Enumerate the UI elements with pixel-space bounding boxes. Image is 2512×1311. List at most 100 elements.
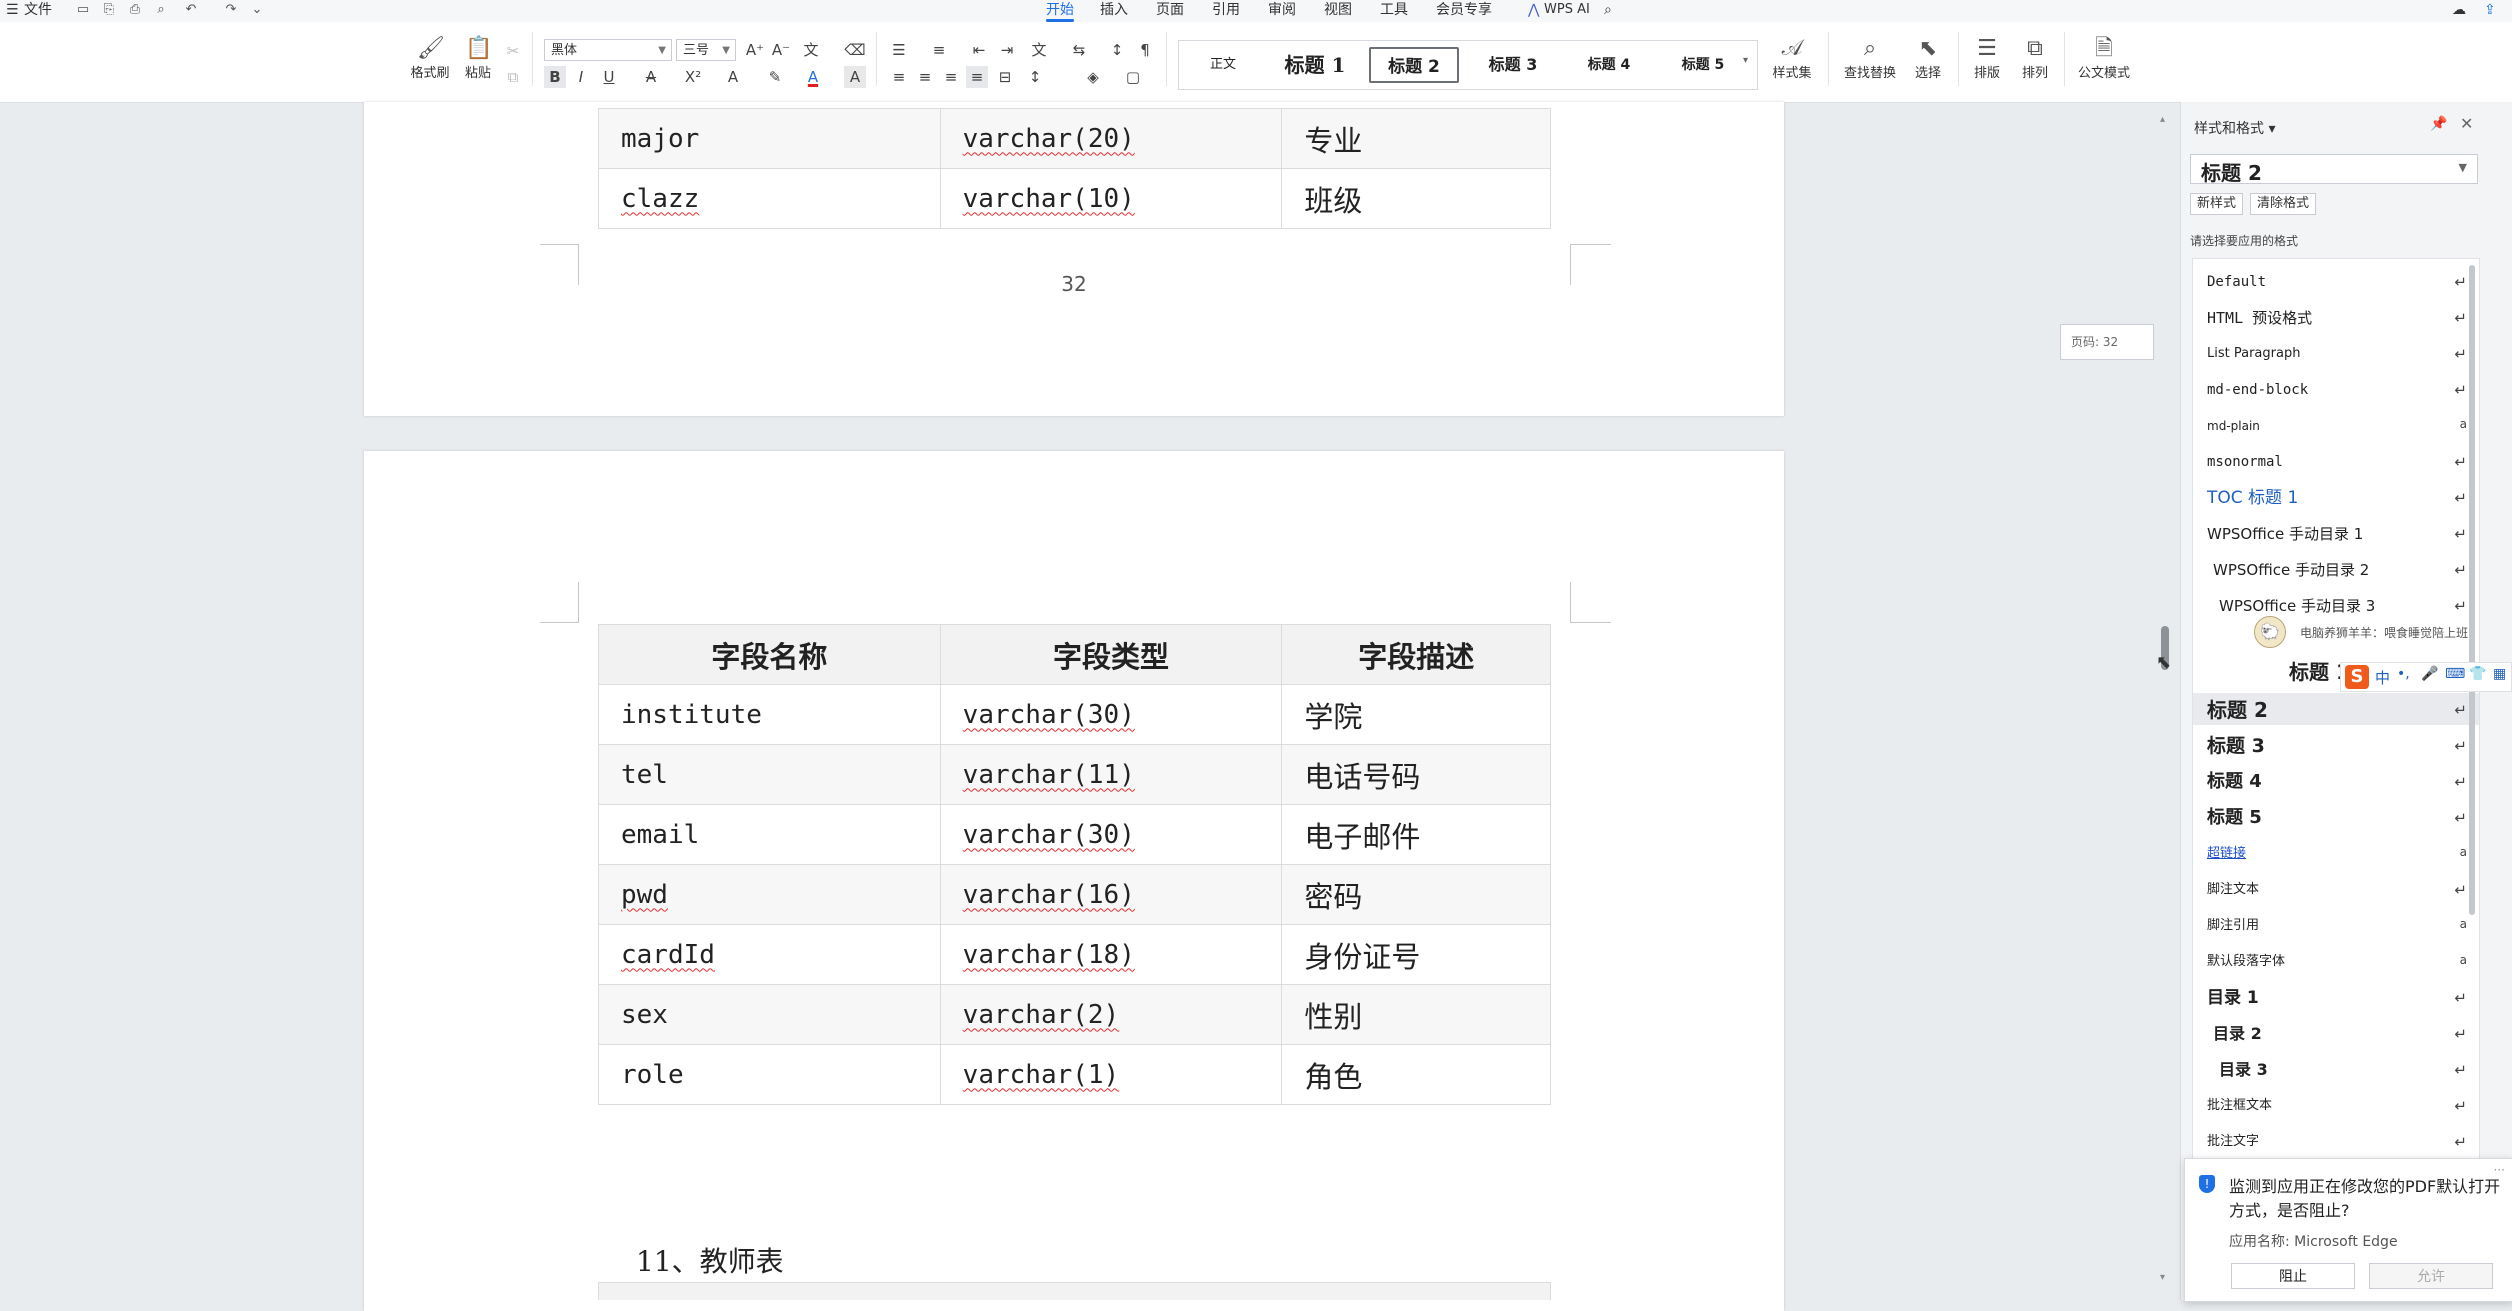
find-replace-button[interactable]: ⌕ 查找替换 xyxy=(1840,36,1900,81)
italic-icon[interactable]: I xyxy=(570,66,592,88)
style-item[interactable]: 超链接 xyxy=(2207,839,2246,869)
style-heading-3[interactable]: 标题 3 xyxy=(1469,47,1557,83)
wps-ai-button[interactable]: WPS AI xyxy=(1544,0,1590,20)
style-list-scrollbar[interactable] xyxy=(2469,265,2475,915)
tab-tools[interactable]: 工具 xyxy=(1380,0,1408,20)
style-heading-2[interactable]: 标题 2 xyxy=(1369,47,1459,83)
style-item[interactable]: 标题 4 xyxy=(2207,767,2262,797)
paste-button[interactable]: 📋 粘贴 xyxy=(458,36,498,81)
layout-button[interactable]: ☰ 排版 xyxy=(1966,36,2008,81)
style-item[interactable]: 脚注文本 xyxy=(2207,875,2259,905)
style-item[interactable]: WPSOffice 手动目录 3 xyxy=(2219,591,2375,621)
cut-icon[interactable]: ✂ xyxy=(502,40,524,62)
scroll-down-icon[interactable]: ▾ xyxy=(2160,1272,2165,1283)
decrease-font-icon[interactable]: A⁻ xyxy=(770,39,792,61)
cloud-sync-icon[interactable]: ☁ xyxy=(2452,0,2466,20)
table-cell[interactable]: 班级 xyxy=(1281,168,1551,229)
table-cell[interactable]: role xyxy=(598,1044,941,1105)
underline-icon[interactable]: U xyxy=(598,66,620,88)
scroll-up-icon[interactable]: ▴ xyxy=(2160,114,2165,125)
column-header[interactable]: 字段名称 xyxy=(598,624,941,685)
style-item[interactable]: List Paragraph xyxy=(2207,339,2300,369)
table-cell[interactable]: cardId xyxy=(598,924,941,985)
font-color-icon[interactable]: A xyxy=(802,66,824,88)
table-cell[interactable]: 学院 xyxy=(1281,684,1551,745)
style-item[interactable]: 标题 3 xyxy=(2207,731,2265,761)
style-heading-4[interactable]: 标题 4 xyxy=(1565,47,1653,83)
pane-title[interactable]: 样式和格式 ▾ xyxy=(2194,118,2275,138)
tab-review[interactable]: 审阅 xyxy=(1268,0,1296,20)
show-marks-icon[interactable]: ¶ xyxy=(1134,39,1156,61)
ime-mascot-icon[interactable]: 🐑 xyxy=(2254,616,2286,648)
text-direction-icon[interactable]: ⇆ xyxy=(1068,39,1090,61)
bullet-list-icon[interactable]: ☰ xyxy=(888,39,910,61)
style-normal[interactable]: 正文 xyxy=(1185,47,1261,83)
table-cell[interactable]: 身份证号 xyxy=(1281,924,1551,985)
clear-format-button[interactable]: 清除格式 xyxy=(2250,193,2317,215)
print-icon[interactable]: ⎙ xyxy=(128,3,142,17)
font-size-select[interactable]: 三号 ▼ xyxy=(676,39,736,61)
align-left-icon[interactable]: ≡ xyxy=(888,66,910,88)
column-header[interactable]: 字段描述 xyxy=(1281,624,1551,685)
decrease-indent-icon[interactable]: ⇤ xyxy=(968,39,990,61)
ime-menu-icon[interactable]: ▦ xyxy=(2493,666,2506,682)
bold-icon[interactable]: B xyxy=(544,66,566,88)
shading-icon[interactable]: ◈ xyxy=(1082,66,1104,88)
char-shading-icon[interactable]: A xyxy=(844,66,866,88)
tab-member[interactable]: 会员专享 xyxy=(1436,0,1492,20)
style-item[interactable]: 标题 5 xyxy=(2207,803,2262,833)
table-cell[interactable]: varchar(2) xyxy=(939,984,1283,1045)
save-icon[interactable]: ▭ xyxy=(76,3,90,17)
column-header[interactable]: 字段类型 xyxy=(939,624,1283,685)
table-cell[interactable]: 专业 xyxy=(1281,108,1551,169)
clear-format-icon[interactable]: ⌫ xyxy=(844,39,866,61)
table-cell[interactable]: 电话号码 xyxy=(1281,744,1551,805)
gallery-expand-icon[interactable]: ▾ xyxy=(1743,55,1748,66)
sort-icon[interactable]: ↕ xyxy=(1106,39,1128,61)
style-heading-5[interactable]: 标题 5 xyxy=(1659,47,1747,83)
highlight-icon[interactable]: ✎ xyxy=(764,66,786,88)
punctuation-icon[interactable]: •, xyxy=(2397,666,2410,682)
style-item[interactable]: md-end-block xyxy=(2207,375,2308,405)
redo-icon[interactable]: ↷ xyxy=(224,3,238,17)
table-cell[interactable]: varchar(1) xyxy=(939,1044,1283,1105)
copy-icon[interactable]: ⧉ xyxy=(502,66,524,88)
file-menu[interactable]: 文件 xyxy=(24,0,52,20)
text-effect-icon[interactable]: A xyxy=(722,66,744,88)
style-item[interactable]: 脚注引用 xyxy=(2207,911,2259,941)
official-doc-mode-button[interactable]: 🗎 公文模式 xyxy=(2076,36,2132,81)
style-item[interactable]: md-plain xyxy=(2207,411,2260,441)
allow-button[interactable]: 允许 xyxy=(2369,1263,2493,1289)
table-cell[interactable]: varchar(11) xyxy=(939,744,1283,805)
pin-icon[interactable]: 📌 xyxy=(2430,116,2447,132)
table-cell[interactable]: varchar(10) xyxy=(939,168,1283,229)
table-cell[interactable]: clazz xyxy=(598,168,941,229)
arrange-button[interactable]: ⧉ 排列 xyxy=(2014,36,2056,81)
select-button[interactable]: ⬉ 选择 xyxy=(1904,36,1952,81)
pdf-icon[interactable]: ⎘ xyxy=(102,3,116,17)
tab-page[interactable]: 页面 xyxy=(1156,0,1184,20)
align-center-icon[interactable]: ≡ xyxy=(914,66,936,88)
distribute-icon[interactable]: ⊟ xyxy=(994,66,1016,88)
superscript-icon[interactable]: X² xyxy=(682,66,704,88)
style-item[interactable]: 默认段落字体 xyxy=(2207,947,2285,977)
sogou-ime-icon[interactable]: S xyxy=(2345,665,2369,689)
table-cell[interactable]: 电子邮件 xyxy=(1281,804,1551,865)
table-cell[interactable]: varchar(30) xyxy=(939,804,1283,865)
keyboard-icon[interactable]: ⌨ xyxy=(2445,666,2465,682)
style-item[interactable]: TOC 标题 1 xyxy=(2207,483,2298,513)
table-cell[interactable]: pwd xyxy=(598,864,941,925)
chinese-layout-icon[interactable]: 文 xyxy=(1028,39,1050,61)
table-cell[interactable]: varchar(30) xyxy=(939,684,1283,745)
table-cell[interactable]: 角色 xyxy=(1281,1044,1551,1105)
style-item[interactable]: WPSOffice 手动目录 2 xyxy=(2213,555,2369,585)
table-cell[interactable]: email xyxy=(598,804,941,865)
table-cell[interactable]: tel xyxy=(598,744,941,805)
align-right-icon[interactable]: ≡ xyxy=(940,66,962,88)
style-item[interactable]: Default xyxy=(2207,267,2266,297)
search-icon[interactable]: ⌕ xyxy=(1604,0,1612,20)
table-cell[interactable]: 性别 xyxy=(1281,984,1551,1045)
print-preview-icon[interactable]: ⌕ xyxy=(154,3,168,17)
style-item[interactable]: 批注框文本 xyxy=(2207,1091,2272,1121)
style-item[interactable]: WPSOffice 手动目录 1 xyxy=(2207,519,2363,549)
